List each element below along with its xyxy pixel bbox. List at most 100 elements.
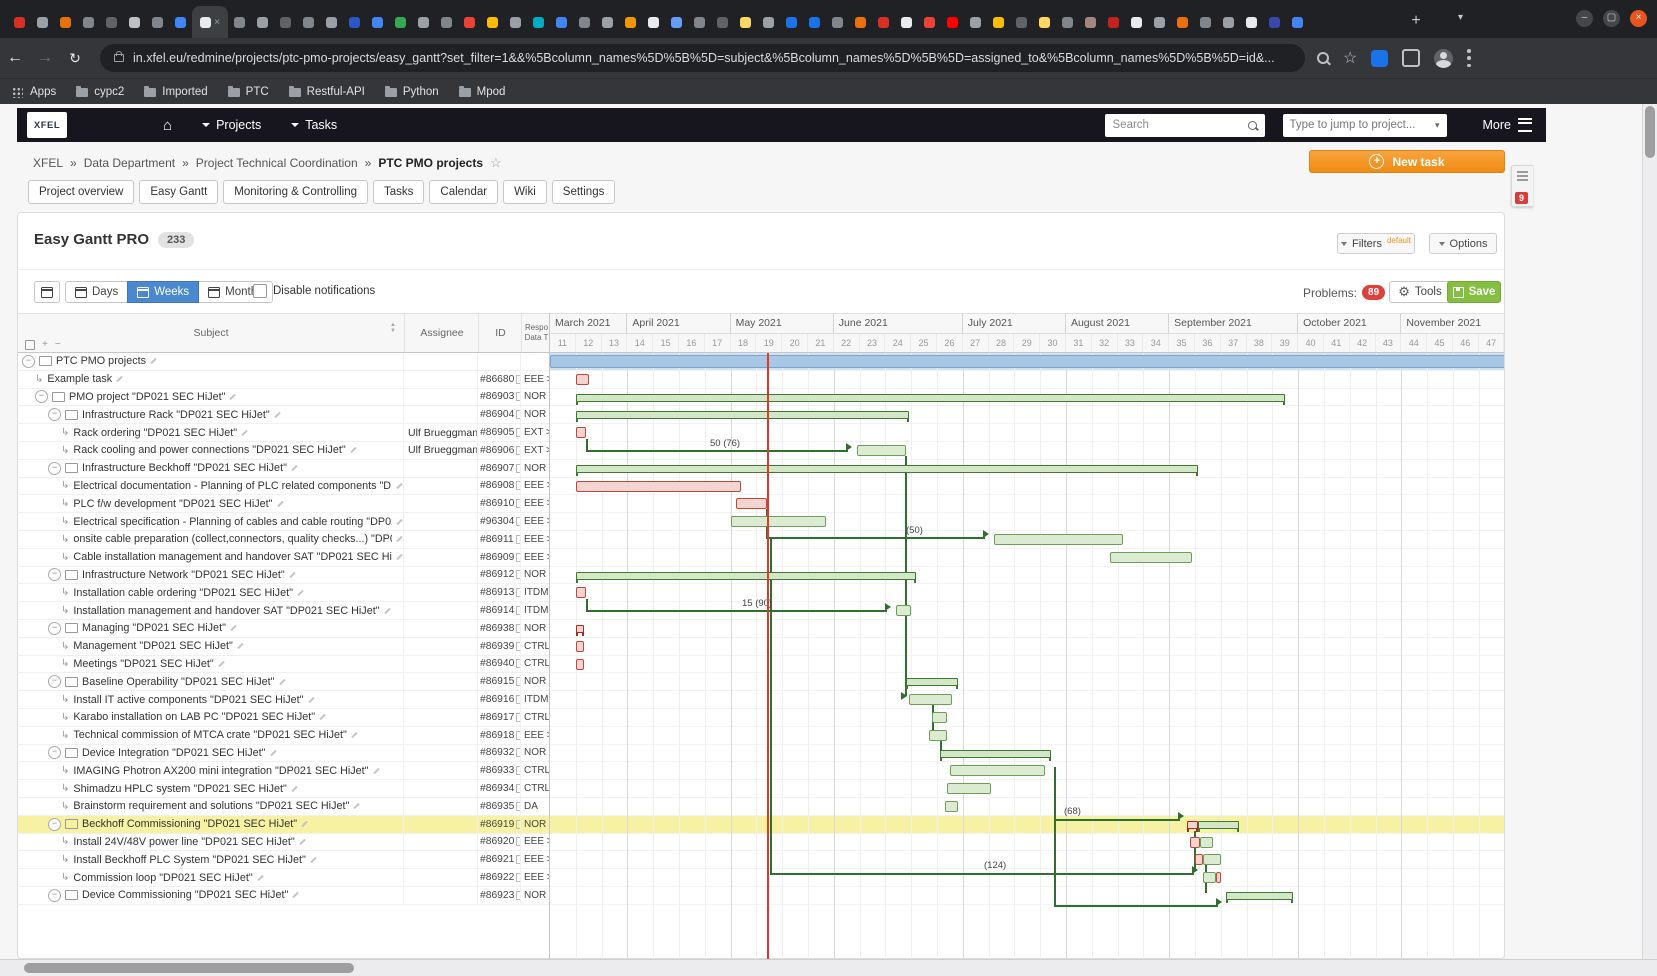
side-panel-toggle[interactable]: 9 (1511, 165, 1533, 207)
task-subject[interactable]: Install 24V/48V power line "DP021 SEC Hi… (73, 836, 294, 848)
horizontal-scrollbar[interactable] (0, 959, 1657, 976)
browser-tab[interactable] (1033, 6, 1056, 38)
back-icon[interactable]: ← (0, 49, 30, 67)
edit-icon[interactable] (291, 785, 297, 791)
browser-tab[interactable] (826, 6, 849, 38)
task-id[interactable]: #86910 (480, 498, 514, 509)
browser-tab[interactable] (619, 6, 642, 38)
gantt-bar[interactable] (947, 783, 991, 794)
browser-tab[interactable] (803, 6, 826, 38)
task-id[interactable]: #96304 (480, 516, 514, 527)
gantt-bar[interactable] (909, 694, 953, 705)
gantt-bar[interactable] (906, 678, 958, 686)
task-subject[interactable]: IMAGING Photron AX200 mini integration "… (73, 765, 368, 777)
collapse-icon[interactable]: − (48, 675, 61, 688)
gantt-row[interactable]: ↳Technical commission of MTCA crate "DP0… (18, 727, 549, 745)
gantt-bar[interactable] (576, 394, 1286, 402)
browser-tab[interactable] (8, 6, 31, 38)
task-id[interactable]: #86912 (480, 569, 514, 580)
edit-icon[interactable] (150, 358, 156, 364)
browser-tab[interactable] (274, 6, 297, 38)
browser-tab[interactable] (251, 6, 274, 38)
browser-tab[interactable] (1010, 6, 1033, 38)
gantt-row[interactable]: −Baseline Operability "DP021 SEC HiJet"#… (18, 673, 549, 691)
browser-tab[interactable] (435, 6, 458, 38)
browser-tab[interactable] (146, 6, 169, 38)
edit-icon[interactable] (289, 572, 295, 578)
gantt-row[interactable]: ↳Install Beckhoff PLC System "DP021 SEC … (18, 851, 549, 869)
window-maximize-button[interactable]: ▢ (1603, 10, 1620, 27)
edit-icon[interactable] (396, 518, 402, 524)
bookmark-folder[interactable]: cypc2 (76, 86, 124, 98)
browser-tab[interactable] (412, 6, 435, 38)
window-close-button[interactable]: × (1630, 10, 1647, 27)
task-subject[interactable]: Infrastructure Beckhoff "DP021 SEC HiJet… (82, 462, 287, 474)
edit-icon[interactable] (274, 412, 280, 418)
task-id[interactable]: #86918 (480, 730, 514, 741)
task-id[interactable]: #86934 (480, 783, 514, 794)
gantt-bar[interactable] (1110, 552, 1193, 563)
task-subject[interactable]: PTC PMO projects (56, 355, 146, 367)
gantt-bar[interactable] (940, 750, 1051, 758)
edit-icon[interactable] (396, 536, 402, 542)
edit-icon[interactable] (396, 483, 402, 489)
task-id[interactable]: #86919 (480, 819, 514, 830)
edit-icon[interactable] (373, 768, 379, 774)
edit-icon[interactable] (257, 874, 263, 880)
breadcrumb-link[interactable]: XFEL (33, 156, 63, 170)
gantt-bar[interactable] (1216, 872, 1221, 883)
browser-tab[interactable] (320, 6, 343, 38)
task-id[interactable]: #86908 (480, 480, 514, 491)
gantt-bar[interactable] (576, 641, 584, 652)
gantt-row[interactable]: −Device Commissioning "DP021 SEC HiJet"#… (18, 887, 549, 905)
edit-icon[interactable] (241, 429, 247, 435)
edit-icon[interactable] (319, 714, 325, 720)
window-minimize-button[interactable]: – (1576, 10, 1593, 27)
collapse-icon[interactable]: − (48, 889, 61, 902)
browser-tab[interactable] (573, 6, 596, 38)
project-tab-calendar[interactable]: Calendar (429, 180, 498, 204)
task-id[interactable]: #86938 (480, 623, 514, 634)
browser-tab[interactable] (31, 6, 54, 38)
edit-icon[interactable] (277, 501, 283, 507)
task-id[interactable]: #86680 (480, 374, 514, 385)
edit-icon[interactable] (350, 447, 356, 453)
gantt-row[interactable]: ↳Electrical documentation - Planning of … (18, 478, 549, 496)
gantt-row[interactable]: −Device Integration "DP021 SEC HiJet"#86… (18, 745, 549, 763)
browser-tab[interactable] (1056, 6, 1079, 38)
gantt-bar[interactable] (929, 730, 947, 741)
task-subject[interactable]: Installation management and handover SAT… (73, 605, 379, 617)
task-subject[interactable]: Electrical specification - Planning of c… (73, 516, 392, 528)
edit-icon[interactable] (351, 732, 357, 738)
task-id[interactable]: #86916 (480, 694, 514, 705)
bookmark-folder[interactable]: Imported (144, 86, 207, 98)
collapse-icon[interactable]: − (35, 390, 48, 403)
edit-icon[interactable] (301, 821, 307, 827)
url-bar[interactable]: in.xfel.eu/redmine/projects/ptc-pmo-proj… (100, 44, 1305, 72)
edit-icon[interactable] (310, 857, 316, 863)
browser-tab[interactable] (1286, 6, 1309, 38)
gantt-row[interactable]: ↳Rack ordering "DP021 SEC HiJet"Ulf Brue… (18, 424, 549, 442)
browser-tab[interactable] (1263, 6, 1286, 38)
task-subject[interactable]: Technical commission of MTCA crate "DP02… (73, 729, 346, 741)
task-id[interactable]: #86920 (480, 836, 514, 847)
task-subject[interactable]: Baseline Operability "DP021 SEC HiJet" (82, 676, 275, 688)
gantt-bar[interactable] (1200, 837, 1213, 848)
gantt-bar[interactable] (576, 659, 584, 670)
project-tab-project-overview[interactable]: Project overview (28, 180, 134, 204)
breadcrumb-link[interactable]: Project Technical Coordination (196, 156, 358, 170)
gantt-row[interactable]: ↳Electrical specification - Planning of … (18, 513, 549, 531)
gantt-row[interactable]: ↳Installation cable ordering "DP021 SEC … (18, 584, 549, 602)
task-id[interactable]: #86903 (480, 391, 514, 402)
nav-tasks[interactable]: Tasks (291, 118, 337, 132)
task-id[interactable]: #86932 (480, 747, 514, 758)
edit-icon[interactable] (396, 554, 402, 560)
task-id[interactable]: #86909 (480, 552, 514, 563)
sort-icons[interactable]: ▲ ▼ (390, 322, 396, 334)
browser-tab[interactable] (665, 6, 688, 38)
browser-tab[interactable] (343, 6, 366, 38)
task-subject[interactable]: Meetings "DP021 SEC HiJet" (73, 658, 213, 670)
gantt-row[interactable]: ↳PLC f/w development "DP021 SEC HiJet"#8… (18, 495, 549, 513)
gantt-row[interactable]: −PTC PMO projects (18, 353, 549, 371)
task-id[interactable]: #86907 (480, 463, 514, 474)
